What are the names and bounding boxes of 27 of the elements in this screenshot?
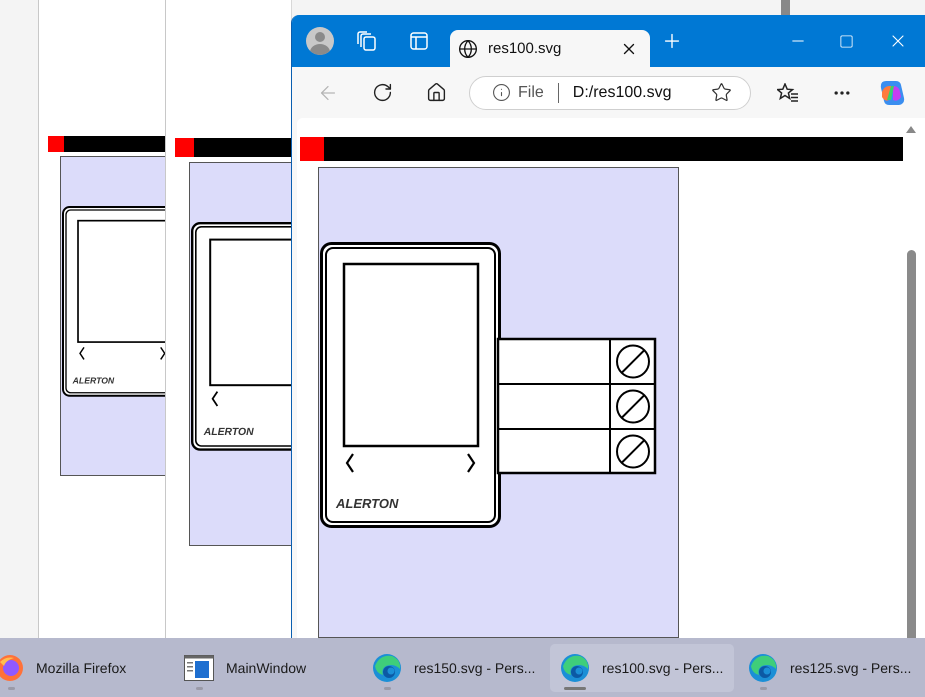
brand-logo: ALERTON [204,426,254,438]
marker-square [300,137,324,161]
globe-icon [458,38,478,58]
url-text: D:/res100.svg [572,84,672,102]
info-icon [492,83,511,102]
taskbar-button[interactable]: res100.svg - Pers... [550,644,734,692]
firefox-icon [0,654,24,682]
address-bar[interactable]: File D:/res100.svg [469,76,751,110]
scrollbar-thumb[interactable] [906,250,916,638]
browser-icon [748,652,778,682]
favorites-icon [777,82,799,102]
scrollbar-thumb [781,0,790,16]
browser-icon [560,652,590,682]
taskbar-button[interactable]: res150.svg - Pers... [362,644,546,692]
favorite-star-icon[interactable] [711,82,732,103]
browser-tab[interactable]: res100.svg [450,30,650,67]
taskbar-button[interactable]: Mozilla Firefox [0,644,170,692]
taskbar-button[interactable]: res125.svg - Pers... [738,644,922,692]
window-icon [184,654,214,680]
marker-square [48,136,64,152]
taskbar-button[interactable]: MainWindow [174,644,358,692]
brand-logo: ALERTON [336,496,398,511]
file-label: File [518,84,544,102]
brand-logo: ALERTON [72,375,114,386]
browser-icon [372,652,402,682]
scroll-up-icon[interactable] [906,126,916,133]
marker-square [175,138,194,157]
